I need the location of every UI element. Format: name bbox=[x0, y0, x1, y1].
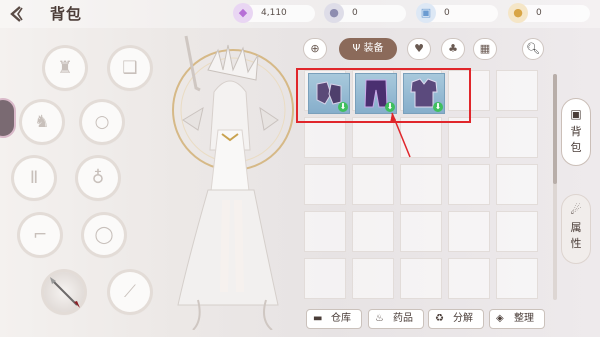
inventory-cell[interactable] bbox=[448, 117, 490, 158]
purple-gem-icon: ◆ bbox=[233, 3, 253, 23]
inventory-cell[interactable] bbox=[448, 164, 490, 205]
chest-armor-icon: ♞ bbox=[34, 112, 50, 132]
weapon-slot[interactable] bbox=[44, 272, 84, 312]
inventory-cell[interactable] bbox=[304, 117, 346, 158]
sort-stack-icon: ◈ bbox=[496, 313, 504, 324]
boots-slot[interactable]: ⌐ bbox=[20, 215, 60, 255]
tab-gems[interactable]: ♥ bbox=[407, 38, 431, 60]
inventory-cell[interactable] bbox=[352, 258, 394, 299]
inventory-cell[interactable] bbox=[496, 211, 538, 252]
currency-ticket: ▣ 0 bbox=[416, 3, 498, 23]
necklace-icon: ♁ bbox=[91, 168, 105, 188]
tab-all[interactable]: ⊕ bbox=[303, 38, 327, 60]
tab-materials[interactable]: ♣ bbox=[441, 38, 465, 60]
book-slot[interactable]: ❑ bbox=[110, 48, 150, 88]
silver-coin-icon: ● bbox=[324, 3, 344, 23]
inventory-cell[interactable] bbox=[352, 211, 394, 252]
gold-coin-icon: ● bbox=[508, 3, 528, 23]
necklace-slot[interactable]: ♁ bbox=[78, 158, 118, 198]
all-items-icon: ⊕ bbox=[310, 42, 320, 55]
inventory-cell[interactable] bbox=[496, 164, 538, 205]
book-icon: ❑ bbox=[122, 58, 138, 78]
tab-attributes[interactable]: ☄ 属 性 bbox=[561, 194, 591, 264]
mirror-icon: ○ bbox=[94, 112, 110, 132]
backpack-icon: ▣ bbox=[570, 107, 582, 121]
feather-icon: ⟋ bbox=[124, 282, 136, 302]
helmet-icon: ♜ bbox=[57, 58, 73, 78]
tab-backpack[interactable]: ▣ 背 包 bbox=[561, 98, 591, 166]
recycle-icon: ♻ bbox=[435, 313, 444, 324]
chest-slot[interactable]: ♞ bbox=[22, 102, 62, 142]
equipment-icon: Ψ bbox=[352, 43, 361, 54]
inventory-cell[interactable] bbox=[400, 258, 442, 299]
search-icon: 🔍︎ bbox=[526, 42, 540, 55]
inventory-scrollbar[interactable] bbox=[553, 74, 557, 300]
pants-slot[interactable]: Ⅱ bbox=[14, 158, 54, 198]
top-bar: 背包 ◆ 4,110 ● 0 ▣ 0 ● 0 bbox=[0, 0, 600, 28]
warehouse-icon: ▬ bbox=[313, 313, 323, 324]
ring-icon: ◯ bbox=[94, 225, 114, 245]
helmet-slot[interactable]: ♜ bbox=[45, 48, 85, 88]
inventory-cell[interactable] bbox=[496, 258, 538, 299]
boots-icon: ⌐ bbox=[32, 225, 48, 245]
back-arrow-icon[interactable] bbox=[8, 4, 34, 24]
pants-icon: Ⅱ bbox=[29, 168, 39, 188]
pointer-arrow bbox=[390, 112, 411, 158]
plant-icon: ♣ bbox=[448, 42, 458, 55]
warehouse-button[interactable]: ▬ 仓库 bbox=[306, 309, 362, 329]
inventory-cell[interactable] bbox=[304, 211, 346, 252]
offhand-slot[interactable]: ⟋ bbox=[110, 272, 150, 312]
search-button[interactable]: 🔍︎ bbox=[522, 38, 544, 60]
inventory-cell[interactable] bbox=[448, 258, 490, 299]
spear-icon bbox=[50, 277, 80, 308]
tab-misc[interactable]: ▦ bbox=[473, 38, 497, 60]
inventory-cell[interactable] bbox=[304, 258, 346, 299]
mirror-slot[interactable]: ○ bbox=[82, 102, 122, 142]
inventory-cell[interactable] bbox=[400, 164, 442, 205]
inventory-cell[interactable] bbox=[400, 211, 442, 252]
scroll-thumb[interactable] bbox=[553, 74, 557, 184]
character-model bbox=[148, 30, 298, 331]
inventory-cell[interactable] bbox=[352, 164, 394, 205]
attributes-icon: ☄ bbox=[570, 203, 582, 217]
page-title: 背包 bbox=[50, 5, 83, 23]
sort-button[interactable]: ◈ 整理 bbox=[489, 309, 545, 329]
inventory-cell[interactable] bbox=[448, 211, 490, 252]
misc-grid-icon: ▦ bbox=[479, 42, 491, 55]
tab-equipment[interactable]: Ψ 装备 bbox=[339, 38, 397, 60]
currency-silver: ● 0 bbox=[324, 3, 406, 23]
heart-gem-icon: ♥ bbox=[414, 42, 424, 55]
currency-gold: ● 0 bbox=[508, 3, 590, 23]
inventory-cell[interactable] bbox=[496, 117, 538, 158]
side-portrait-tab[interactable] bbox=[0, 98, 16, 138]
backpack-screen: 背包 ◆ 4,110 ● 0 ▣ 0 ● 0 ♜ ❑ ♞ ○ Ⅱ ♁ ⌐ ◯ ⟋ bbox=[0, 0, 600, 337]
inventory-cell[interactable] bbox=[496, 70, 538, 111]
currency-gems: ◆ 4,110 bbox=[233, 3, 315, 23]
blue-ticket-icon: ▣ bbox=[416, 3, 436, 23]
inventory-cell[interactable] bbox=[304, 164, 346, 205]
ring-slot[interactable]: ◯ bbox=[84, 215, 124, 255]
potion-button[interactable]: ♨ 药品 bbox=[368, 309, 424, 329]
potion-icon: ♨ bbox=[375, 313, 384, 324]
dismantle-button[interactable]: ♻ 分解 bbox=[428, 309, 484, 329]
